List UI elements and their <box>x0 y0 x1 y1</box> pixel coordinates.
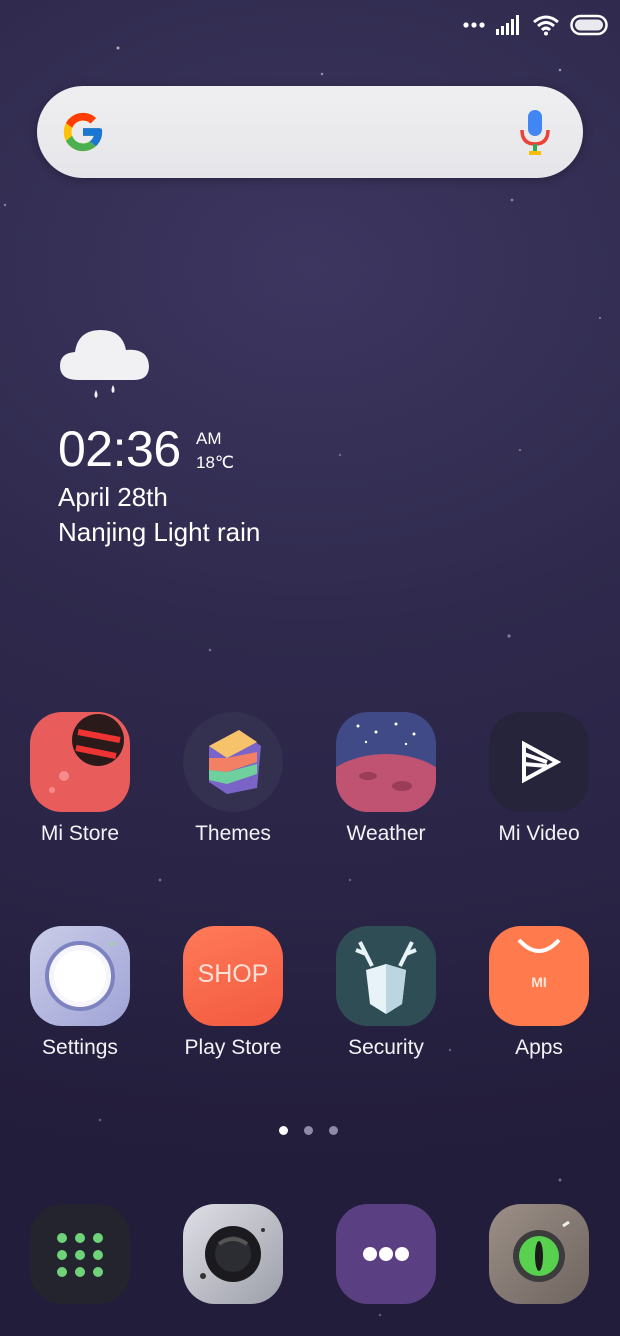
app-label: Security <box>348 1036 424 1059</box>
apps-bag-icon: MI <box>489 926 589 1026</box>
app-settings[interactable]: Settings <box>20 926 140 1060</box>
dock-dialer[interactable] <box>20 1204 140 1304</box>
settings-icon <box>30 926 130 1026</box>
app-label: Apps <box>515 1036 563 1059</box>
google-search-bar[interactable] <box>37 86 583 178</box>
mi-video-icon <box>489 712 589 812</box>
wifi-icon <box>533 15 559 36</box>
app-label: Mi Video <box>498 822 580 845</box>
app-mi-store[interactable]: Mi Store <box>20 712 140 846</box>
security-deer-icon <box>336 926 436 1026</box>
app-label: Settings <box>42 1036 118 1059</box>
rain-cloud-icon <box>60 330 149 398</box>
battery-icon <box>570 14 608 36</box>
page-indicator <box>279 1126 338 1135</box>
dialer-grid-icon <box>30 1204 130 1304</box>
app-play-store[interactable]: SHOP Play Store <box>173 926 293 1060</box>
temperature: 18℃ <box>196 453 235 472</box>
wallpaper-stars <box>3 46 602 1317</box>
camera-icon <box>183 1204 283 1304</box>
mi-text: MI <box>531 974 547 990</box>
clock-weather-widget[interactable]: 02:36 AM 18℃ April 28th Nanjing Light ra… <box>58 320 418 560</box>
app-label: Play Store <box>184 1036 282 1059</box>
clock-ampm: AM <box>196 429 222 448</box>
mic-icon[interactable] <box>519 110 551 156</box>
app-label: Themes <box>195 822 271 845</box>
app-themes[interactable]: Themes <box>173 712 293 846</box>
app-mi-video[interactable]: Mi Video <box>479 712 599 846</box>
weather-planet-icon <box>336 712 436 812</box>
gallery-eye-icon <box>489 1204 589 1304</box>
clock-time: 02:36 <box>58 421 181 477</box>
dots-icon <box>463 22 485 28</box>
mi-store-icon <box>30 712 130 812</box>
play-store-shop-icon: SHOP <box>183 926 283 1026</box>
messages-icon <box>336 1204 436 1304</box>
themes-icon <box>183 712 283 812</box>
dock-camera[interactable] <box>173 1204 293 1304</box>
app-label: Weather <box>346 822 426 845</box>
google-logo-icon <box>63 112 103 152</box>
page-dot[interactable] <box>304 1126 313 1135</box>
shop-text: SHOP <box>197 960 269 988</box>
app-label: Mi Store <box>40 822 120 845</box>
page-dot-active[interactable] <box>279 1126 288 1135</box>
dock-messages[interactable] <box>326 1204 446 1304</box>
status-bar <box>462 10 608 40</box>
location-weather-label: Nanjing Light rain <box>58 517 261 547</box>
date-label: April 28th <box>58 482 168 512</box>
signal-icon <box>496 15 519 35</box>
app-weather[interactable]: Weather <box>326 712 446 846</box>
app-apps[interactable]: MI Apps <box>479 926 599 1060</box>
app-security[interactable]: Security <box>326 926 446 1060</box>
page-dot[interactable] <box>329 1126 338 1135</box>
dock-gallery[interactable] <box>479 1204 599 1304</box>
